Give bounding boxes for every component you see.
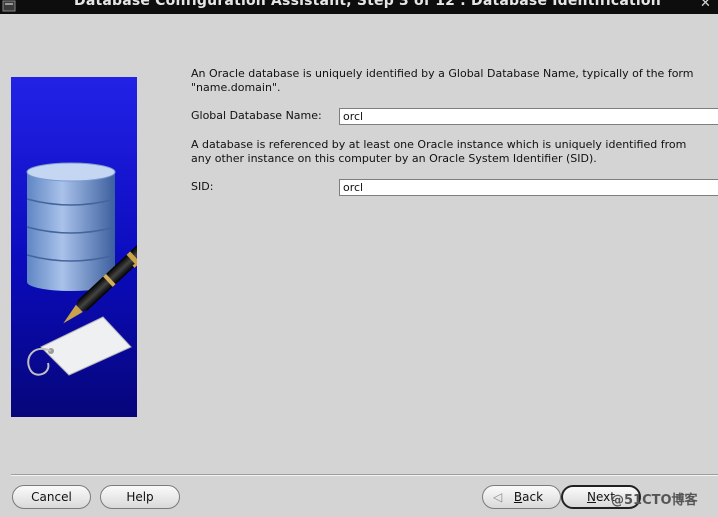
sid-field[interactable]: orcl — [339, 179, 718, 196]
help-button[interactable]: Help — [100, 485, 180, 509]
database-pen-illustration — [11, 77, 137, 417]
watermark: @51CTO博客 — [611, 493, 698, 508]
next-mnemonic: N — [587, 490, 596, 504]
global-db-name-field[interactable]: orcl — [339, 108, 718, 125]
global-name-instructions: An Oracle database is uniquely identifie… — [191, 67, 694, 94]
back-label: ack — [522, 490, 544, 504]
button-separator — [11, 474, 718, 476]
back-button[interactable]: ◁ Back — [482, 485, 561, 509]
dbca-app-icon[interactable] — [2, 0, 16, 12]
back-mnemonic: B — [513, 490, 523, 504]
title-bar: Database Configuration Assistant, Step 3… — [0, 0, 718, 14]
window-title: Database Configuration Assistant, Step 3… — [74, 0, 661, 9]
sid-label: SID: — [191, 180, 214, 193]
cancel-button[interactable]: Cancel — [12, 485, 91, 509]
close-icon[interactable]: ✕ — [699, 0, 712, 10]
sid-instructions: A database is referenced by at least one… — [191, 138, 687, 165]
global-db-name-label: Global Database Name: — [191, 109, 322, 122]
chevron-left-icon: ◁ — [493, 490, 503, 504]
